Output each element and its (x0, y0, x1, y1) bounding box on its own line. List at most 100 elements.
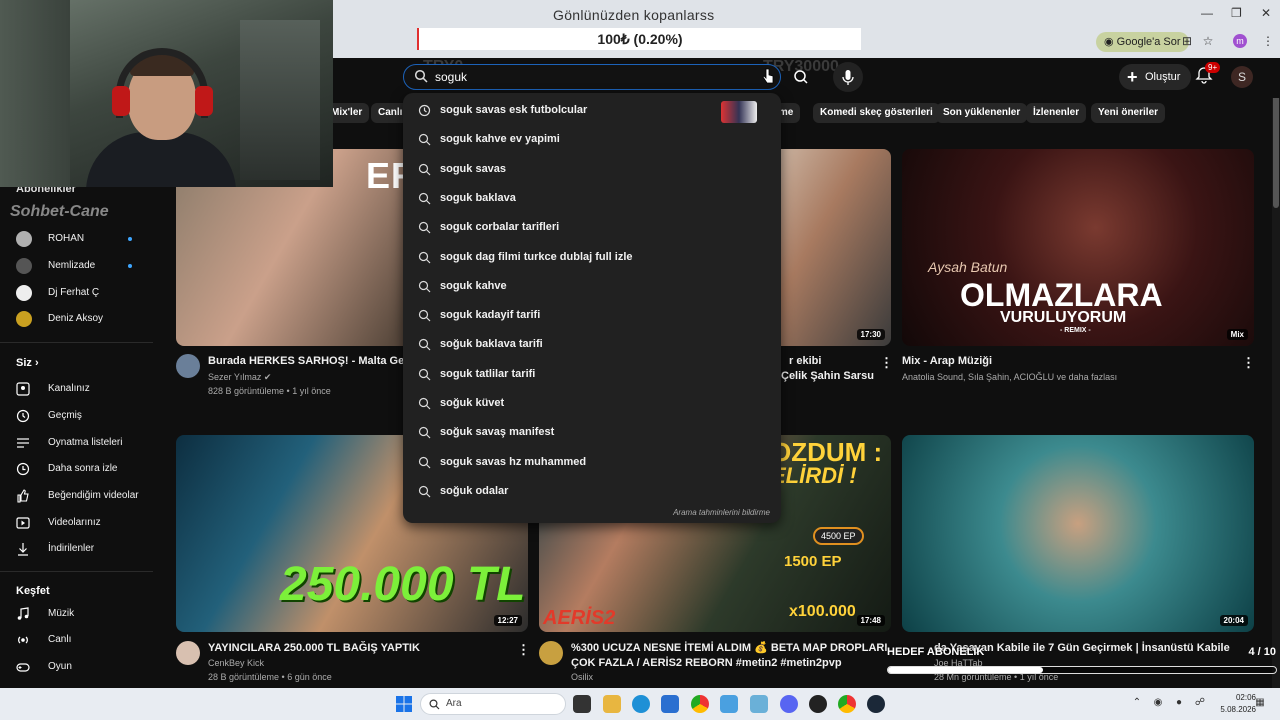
task-view-icon[interactable] (573, 695, 591, 713)
taskbar-clock[interactable]: 02:06 5.08.2026 (1216, 692, 1256, 716)
channel-name[interactable]: Anatolia Sound, Sıla Şahin, ACIOĞLU ve d… (902, 370, 1117, 384)
sidebar-item-liked[interactable]: Beğendiğim videolar (16, 486, 146, 506)
bookmark-star-icon[interactable]: ☆ (1201, 34, 1215, 48)
avatar[interactable] (539, 641, 563, 665)
tray-chevron-icon[interactable]: ⌃ (1131, 697, 1143, 709)
chrome-icon[interactable] (838, 695, 856, 713)
video-thumbnail[interactable]: Aysah Batun OLMAZLARA VURULUYORUM - REMI… (902, 149, 1254, 346)
tray-app-icon[interactable]: ◉ (1152, 697, 1164, 709)
video-title[interactable]: Mix - Arap Müziği (902, 354, 992, 369)
chip-comedy[interactable]: Komedi skeç gösterileri (813, 103, 940, 123)
chip-new[interactable]: Yeni öneriler (1091, 103, 1166, 123)
video-title[interactable]: Burada HERKES SARHOŞ! - Malta Gece H (208, 354, 427, 369)
app-icon[interactable] (720, 695, 738, 713)
settings-icon[interactable] (750, 695, 768, 713)
taskbar-search-input[interactable]: Ara (420, 693, 566, 715)
video-title-line2[interactable]: Çelik Şahin Sarsu (781, 369, 874, 384)
search-suggestion[interactable]: soğuk odalar (403, 478, 781, 507)
search-suggestion[interactable]: soguk savas (403, 156, 781, 185)
sidebar-item-gaming[interactable]: Oyun (16, 657, 146, 677)
chip-watched[interactable]: İzlenenler (1026, 103, 1087, 123)
search-suggestion[interactable]: soguk corbalar tarifleri (403, 214, 781, 243)
search-button[interactable] (788, 64, 814, 90)
sidebar-item-music[interactable]: Müzik (16, 604, 146, 624)
search-suggestion[interactable]: soguk baklava (403, 185, 781, 214)
clock-time: 02:06 (1235, 693, 1256, 702)
search-suggestion[interactable]: soguk kahve (403, 273, 781, 302)
more-menu-icon[interactable]: ⋮ (1261, 34, 1275, 48)
search-icon (418, 251, 431, 263)
create-button[interactable]: + Oluştur (1119, 64, 1191, 90)
page-scrollbar[interactable] (1272, 58, 1280, 688)
avatar[interactable] (176, 641, 200, 665)
sidebar-item-deniz-aksoy[interactable]: Deniz Aksoy (16, 309, 146, 329)
sidebar-item-channel[interactable]: Kanalınız (16, 379, 146, 399)
sidebar-item-label: Kanalınız (48, 383, 90, 394)
chip-recent[interactable]: Son yüklenenler (936, 103, 1028, 123)
sidebar-item-live[interactable]: Canlı (16, 630, 146, 650)
search-icon (418, 192, 431, 205)
profile-icon[interactable]: m (1233, 34, 1247, 48)
search-suggestion[interactable]: soguk kahve ev yapimi (403, 126, 781, 155)
sidebar-item-history[interactable]: Geçmiş (16, 406, 146, 426)
sidebar-item-nemlizade[interactable]: Nemlizade (16, 256, 146, 276)
avatar[interactable] (176, 354, 200, 378)
avatar (16, 231, 32, 247)
store-icon[interactable] (661, 695, 679, 713)
report-predictions-link[interactable]: Arama tahminlerini bildirme (673, 508, 770, 517)
obs-icon[interactable] (809, 695, 827, 713)
file-explorer-icon[interactable] (603, 695, 621, 713)
thumbnail-text: 250.000 TL (280, 558, 526, 611)
search-suggestion[interactable]: soğuk küvet (403, 390, 781, 419)
more-options-icon[interactable]: ⋮ (880, 355, 893, 371)
search-icon (429, 699, 440, 710)
edge-icon[interactable] (632, 695, 650, 713)
search-value: soguk (435, 70, 468, 84)
search-suggestion[interactable]: soguk kadayif tarifi (403, 302, 781, 331)
channel-name[interactable]: Osilix (571, 670, 593, 684)
sidebar-item-your-videos[interactable]: Videolarınız (16, 513, 146, 533)
install-icon[interactable]: ⊞ (1180, 34, 1194, 48)
suggestion-text: soguk corbalar tarifleri (440, 221, 560, 234)
sidebar-item-playlists[interactable]: Oynatma listeleri (16, 433, 146, 453)
steam-icon[interactable] (867, 695, 885, 713)
goal-progress-fill (888, 667, 1044, 673)
search-icon (418, 134, 431, 146)
search-suggestion[interactable]: soguk savas hz muhammed (403, 449, 781, 478)
sidebar-item-watch-later[interactable]: Daha sonra izle (16, 459, 146, 479)
search-suggestion[interactable]: soguk dag filmi turkce dublaj full izle (403, 244, 781, 273)
video-title[interactable]: YAYINCILARA 250.000 TL BAĞIŞ YAPTIK (208, 641, 420, 656)
goal-count: 4 / 10 (1248, 646, 1276, 658)
search-suggestion[interactable]: soğuk savaş manifest (403, 419, 781, 448)
close-icon[interactable]: ✕ (1261, 6, 1271, 20)
video-title[interactable]: r ekibi (789, 354, 821, 369)
channel-name[interactable]: Sezer Yılmaz ✔ (208, 370, 271, 384)
create-label: Oluştur (1145, 71, 1181, 83)
discord-icon[interactable] (780, 695, 798, 713)
video-title[interactable]: %300 UCUZA NESNE İTEMİ ALDIM 💰 BETA MAP … (571, 641, 887, 656)
sidebar-item-label: Beğendiğim videolar (48, 490, 139, 501)
search-suggestion[interactable]: soguk tatlilar tarifi (403, 361, 781, 390)
sidebar-item-dj-ferhat[interactable]: Dj Ferhat Ç (16, 283, 146, 303)
sidebar-item-rohan[interactable]: ROHAN (16, 229, 146, 249)
you-heading[interactable]: Siz › (16, 357, 39, 369)
search-input[interactable]: soguk (403, 64, 781, 90)
video-thumbnail[interactable]: 20:04 (902, 435, 1254, 632)
network-icon[interactable]: ☍ (1194, 697, 1206, 709)
sidebar-item-downloads[interactable]: İndirilenler (16, 539, 146, 559)
google-ask-button[interactable]: ◉ Google'a Sor (1096, 32, 1189, 52)
maximize-icon[interactable]: ❐ (1231, 6, 1242, 20)
minimize-icon[interactable]: — (1201, 6, 1213, 20)
more-options-icon[interactable]: ⋮ (1242, 355, 1255, 371)
voice-search-button[interactable] (833, 62, 863, 92)
search-suggestion[interactable]: soğuk baklava tarifi (403, 331, 781, 360)
suggestion-thumbnail[interactable] (721, 101, 757, 123)
channel-name[interactable]: CenkBey Kick (208, 656, 264, 670)
avatar[interactable]: S (1231, 66, 1253, 88)
more-options-icon[interactable]: ⋮ (517, 642, 530, 658)
chrome-icon[interactable] (691, 695, 709, 713)
windows-start-icon[interactable] (396, 696, 412, 712)
video-title-line2[interactable]: ÇOK FAZLA / AERİS2 REBORN #metin2 #metin… (571, 656, 842, 671)
mic-tray-icon[interactable]: ● (1173, 697, 1185, 709)
suggestion-text: soguk kahve (440, 279, 507, 292)
